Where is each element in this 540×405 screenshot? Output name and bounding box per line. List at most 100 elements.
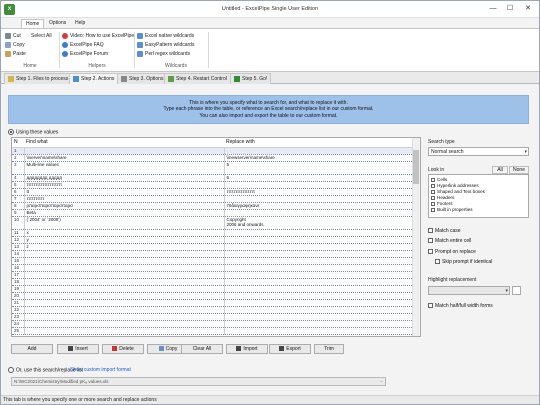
table-row[interactable]: 12 y [12,236,412,244]
look-in-item[interactable]: Cells [431,177,447,182]
import-button[interactable]: Import [226,344,268,354]
prompt-replace-checkbox[interactable]: Prompt on replace [428,249,476,255]
row-number[interactable]: 4 [12,174,25,182]
row-number[interactable]: 10 [12,216,25,230]
row-number[interactable]: 1 [12,147,25,155]
maximize-button[interactable]: ☐ [503,3,517,15]
easypattern-button[interactable]: EasyPattern wildcards [137,41,194,49]
row-number[interactable]: 22 [12,306,25,314]
find-cell[interactable] [24,250,225,258]
replace-cell[interactable] [224,271,412,279]
table-row[interactable]: 24 [12,320,412,328]
row-number[interactable]: 2 [12,154,25,162]
trim-button[interactable]: Trim [314,344,344,354]
table-row[interactable]: 22 [12,306,412,314]
replace-cell[interactable] [224,243,412,251]
find-cell[interactable]: z [24,243,225,251]
find-cell[interactable] [24,264,225,272]
replace-cell[interactable] [224,285,412,293]
find-cell[interactable] [24,320,225,328]
add-button[interactable]: Add [11,344,53,354]
replace-cell[interactable] [224,229,412,237]
row-number[interactable]: 16 [12,264,25,272]
highlight-color-swatch[interactable] [512,286,521,295]
replace-cell[interactable] [224,147,412,155]
table-scrollbar[interactable] [412,138,420,336]
look-in-item[interactable]: Headers [431,195,454,200]
replace-cell[interactable] [224,209,412,217]
row-number[interactable]: 20 [12,292,25,300]
find-cell[interactable] [24,299,225,307]
table-row[interactable]: 6 tt ττττττττττττττττ [12,188,412,196]
find-cell[interactable]: x [24,229,225,237]
find-cell[interactable]: Beta [24,209,225,217]
replace-cell[interactable]: \\newserver\name\share [224,154,412,162]
find-cell[interactable] [24,327,225,335]
replace-cell[interactable] [224,313,412,321]
replace-cell[interactable] [224,327,412,335]
delete-button[interactable]: Delete [102,344,144,354]
table-row[interactable]: 23 [12,313,412,321]
tab-step-3[interactable]: Step 3. Options [117,73,168,84]
table-row[interactable]: 14 [12,250,412,258]
minimize-button[interactable]: — [486,3,500,15]
look-in-item[interactable]: Footers [431,201,453,206]
row-number[interactable]: 24 [12,320,25,328]
menu-tab-help[interactable]: Help [71,19,89,28]
find-cell[interactable] [24,292,225,300]
table-row[interactable]: 20 [12,292,412,300]
row-number[interactable]: 25 [12,327,25,335]
tab-step-1[interactable]: Step 1. Files to process [4,73,73,84]
select-all-button[interactable]: Select All [31,32,52,40]
table-row[interactable]: 13 z [12,243,412,251]
look-in-none-button[interactable]: None [509,166,529,174]
row-number[interactable]: 8 [12,202,25,210]
table-row[interactable]: 21 [12,299,412,307]
find-cell[interactable]: tt [24,188,225,196]
replace-cell[interactable] [224,181,412,189]
find-cell[interactable] [24,278,225,286]
row-number[interactable]: 11 [12,229,25,237]
tab-step-2[interactable]: Step 2. Actions [69,73,119,84]
row-number[interactable]: 3 [12,161,25,175]
table-row[interactable]: 5 ττττττττττττττττττττ [12,181,412,189]
row-number[interactable]: 19 [12,285,25,293]
table-row[interactable]: 8 ρπαρσπαρσπαρσπαρσ 76διαγραφηκανε [12,202,412,210]
look-in-list[interactable]: Cells Hyperlink addresses Shaped and Tex… [428,174,529,218]
row-number[interactable]: 13 [12,243,25,251]
cut-button[interactable]: Cut [5,32,21,40]
find-cell[interactable]: (`2004' or `2005') [24,216,225,230]
replace-cell[interactable] [224,320,412,328]
replace-cell[interactable]: ττττττττττττττττ [224,188,412,196]
row-number[interactable]: 15 [12,257,25,265]
table-row[interactable]: 1 [12,147,412,155]
table-row[interactable]: 11 x [12,229,412,237]
table-row[interactable]: 9 Beta [12,209,412,217]
faq-button[interactable]: ExcelPipe FAQ [62,41,104,49]
replace-cell[interactable] [224,278,412,286]
find-cell[interactable] [24,271,225,279]
forum-button[interactable]: ExcelPipe Forum [62,50,108,58]
replace-cell[interactable] [224,257,412,265]
find-cell[interactable]: дддддддд ддддд [24,174,225,182]
find-cell[interactable]: \\server\name\share [24,154,225,162]
tab-step-4[interactable]: Step 4. Restart Control [164,73,231,84]
replace-cell[interactable]: Copyright 2006 and onwards [224,216,412,230]
clear-all-button[interactable]: Clear All [181,344,223,354]
find-cell[interactable] [24,285,225,293]
table-row[interactable]: 3 Multi-line values 5 [12,161,412,175]
replace-cell[interactable] [224,195,412,203]
look-in-item[interactable]: Shaped and Text boxes [431,189,485,194]
table-row[interactable]: 10 (`2004' or `2005') Copyright 2006 and on… [12,216,412,230]
look-in-all-button[interactable]: All [492,166,508,174]
look-in-item[interactable]: Hyperlink addresses [431,183,479,188]
replace-cell[interactable] [224,292,412,300]
find-cell[interactable] [24,147,225,155]
paste-button[interactable]: Paste [5,50,26,58]
table-row[interactable]: 17 [12,271,412,279]
replace-cell[interactable]: 5 [224,161,412,175]
row-number[interactable]: 17 [12,271,25,279]
find-cell[interactable]: ρπαρσπαρσπαρσπαρσ [24,202,225,210]
row-number[interactable]: 9 [12,209,25,217]
menu-tab-options[interactable]: Options [45,19,70,28]
